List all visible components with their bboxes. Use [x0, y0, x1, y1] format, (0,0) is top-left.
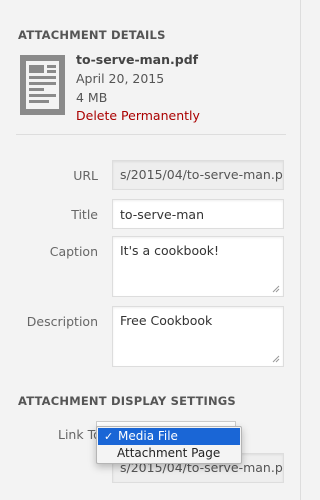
- description-field[interactable]: Free Cookbook: [112, 306, 284, 367]
- document-icon: [20, 55, 65, 115]
- option-label: Attachment Page: [117, 446, 221, 460]
- caption-field[interactable]: It's a cookbook!: [112, 236, 284, 297]
- file-size: 4 MB: [76, 90, 108, 105]
- resize-grip-icon[interactable]: [272, 285, 280, 293]
- caption-label: Caption: [49, 244, 98, 259]
- file-date: April 20, 2015: [76, 71, 165, 86]
- file-name: to-serve-man.pdf: [76, 52, 199, 67]
- option-attachment-page[interactable]: Attachment Page: [97, 445, 241, 462]
- delete-permanently-link[interactable]: Delete Permanently: [76, 108, 200, 123]
- attachment-details-heading: ATTACHMENT DETAILS: [18, 28, 166, 42]
- resize-grip-icon[interactable]: [272, 355, 280, 363]
- attachment-details-panel: ATTACHMENT DETAILS to-serve-man.pdf Apri…: [0, 0, 301, 500]
- title-field[interactable]: [112, 199, 284, 229]
- option-media-file[interactable]: ✓ Media File: [98, 428, 240, 445]
- url-label: URL: [73, 168, 98, 183]
- checkmark-icon: ✓: [104, 430, 114, 443]
- divider: [16, 134, 286, 135]
- description-label: Description: [26, 314, 98, 329]
- url-field[interactable]: s/2015/04/to-serve-man.pdf: [112, 160, 284, 190]
- option-label: Media File: [118, 429, 178, 443]
- link-to-label: Link To: [58, 427, 101, 442]
- link-to-dropdown-menu: ✓ Media File Attachment Page: [96, 426, 242, 464]
- title-label: Title: [71, 207, 98, 222]
- display-settings-heading: ATTACHMENT DISPLAY SETTINGS: [18, 394, 236, 408]
